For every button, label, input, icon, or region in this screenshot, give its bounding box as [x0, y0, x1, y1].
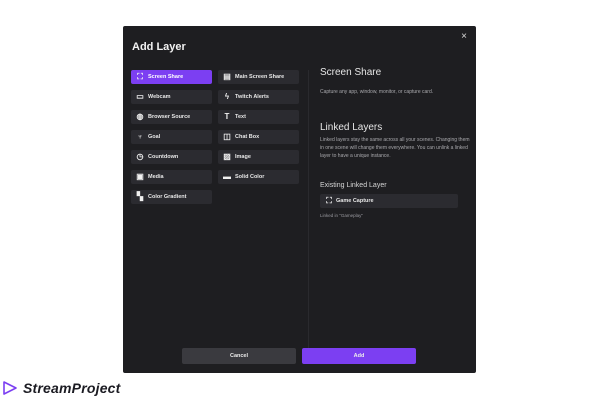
- existing-linked-layer-item[interactable]: ⛶ Game Capture: [320, 194, 458, 208]
- layer-option-image[interactable]: ▨ Image: [218, 150, 299, 164]
- existing-linked-layer-label: Game Capture: [336, 198, 374, 204]
- layer-option-label: Goal: [148, 134, 161, 140]
- layer-option-twitch-alerts[interactable]: ϟ Twitch Alerts: [218, 90, 299, 104]
- media-icon: ▣: [136, 172, 144, 181]
- linked-layers-heading: Linked Layers: [320, 122, 383, 133]
- panel-divider: [308, 70, 309, 360]
- alert-icon: ϟ: [224, 92, 230, 101]
- dialog-title: Add Layer: [132, 41, 186, 53]
- screen-share-icon: ⛶: [137, 72, 143, 81]
- play-logo-icon: [3, 381, 17, 395]
- detail-description: Capture any app, window, monitor, or cap…: [320, 89, 434, 95]
- layer-option-countdown[interactable]: ◷ Countdown: [131, 150, 212, 164]
- layer-option-solid-color[interactable]: ▬ Solid Color: [218, 170, 299, 184]
- layer-option-label: Chat Box: [235, 134, 260, 140]
- layer-option-webcam[interactable]: ▭ Webcam: [131, 90, 212, 104]
- linked-layers-description: Linked layers stay the same across all y…: [320, 137, 470, 159]
- layer-option-media[interactable]: ▣ Media: [131, 170, 212, 184]
- layer-option-main-screen-share[interactable]: ▤ Main Screen Share: [218, 70, 299, 84]
- layer-option-label: Media: [148, 174, 164, 180]
- solid-color-icon: ▬: [223, 172, 231, 181]
- add-layer-dialog: Add Layer × ⛶ Screen Share ▭ Webcam ◍ Br…: [123, 26, 476, 373]
- chat-icon: ◫: [223, 132, 231, 141]
- globe-icon: ◍: [136, 112, 144, 121]
- layer-option-chat-box[interactable]: ◫ Chat Box: [218, 130, 299, 144]
- layer-option-label: Browser Source: [148, 114, 191, 120]
- layer-option-label: Image: [235, 154, 251, 160]
- layer-option-goal[interactable]: ♆ Goal: [131, 130, 212, 144]
- layer-option-label: Solid Color: [235, 174, 265, 180]
- layer-option-label: Text: [235, 114, 246, 120]
- screen-share-icon: ⛶: [326, 196, 332, 205]
- trophy-icon: ♆: [137, 132, 143, 141]
- layer-option-screen-share[interactable]: ⛶ Screen Share: [131, 70, 212, 84]
- brand-name: StreamProject: [23, 380, 121, 396]
- layer-option-label: Screen Share: [148, 74, 184, 80]
- layer-option-label: Twitch Alerts: [235, 94, 269, 100]
- existing-linked-heading: Existing Linked Layer: [320, 182, 387, 189]
- webcam-icon: ▭: [136, 92, 144, 101]
- image-icon: ▨: [223, 152, 231, 161]
- layer-option-label: Color Gradient: [148, 194, 187, 200]
- layer-option-text[interactable]: T Text: [218, 110, 299, 124]
- layer-option-label: Countdown: [148, 154, 179, 160]
- linked-in-note: Linked in "Gameplay": [320, 213, 363, 218]
- stopwatch-icon: ◷: [136, 152, 144, 161]
- close-icon[interactable]: ×: [461, 32, 467, 42]
- layer-option-browser-source[interactable]: ◍ Browser Source: [131, 110, 212, 124]
- layer-option-label: Webcam: [148, 94, 171, 100]
- detail-heading: Screen Share: [320, 67, 382, 78]
- text-icon: T: [224, 112, 230, 121]
- layer-option-color-gradient[interactable]: ▚ Color Gradient: [131, 190, 212, 204]
- brand: StreamProject: [2, 380, 121, 396]
- gradient-icon: ▚: [136, 192, 144, 201]
- cancel-button[interactable]: Cancel: [182, 348, 296, 364]
- main-screen-icon: ▤: [223, 72, 231, 81]
- layer-option-label: Main Screen Share: [235, 74, 285, 80]
- add-button[interactable]: Add: [302, 348, 416, 364]
